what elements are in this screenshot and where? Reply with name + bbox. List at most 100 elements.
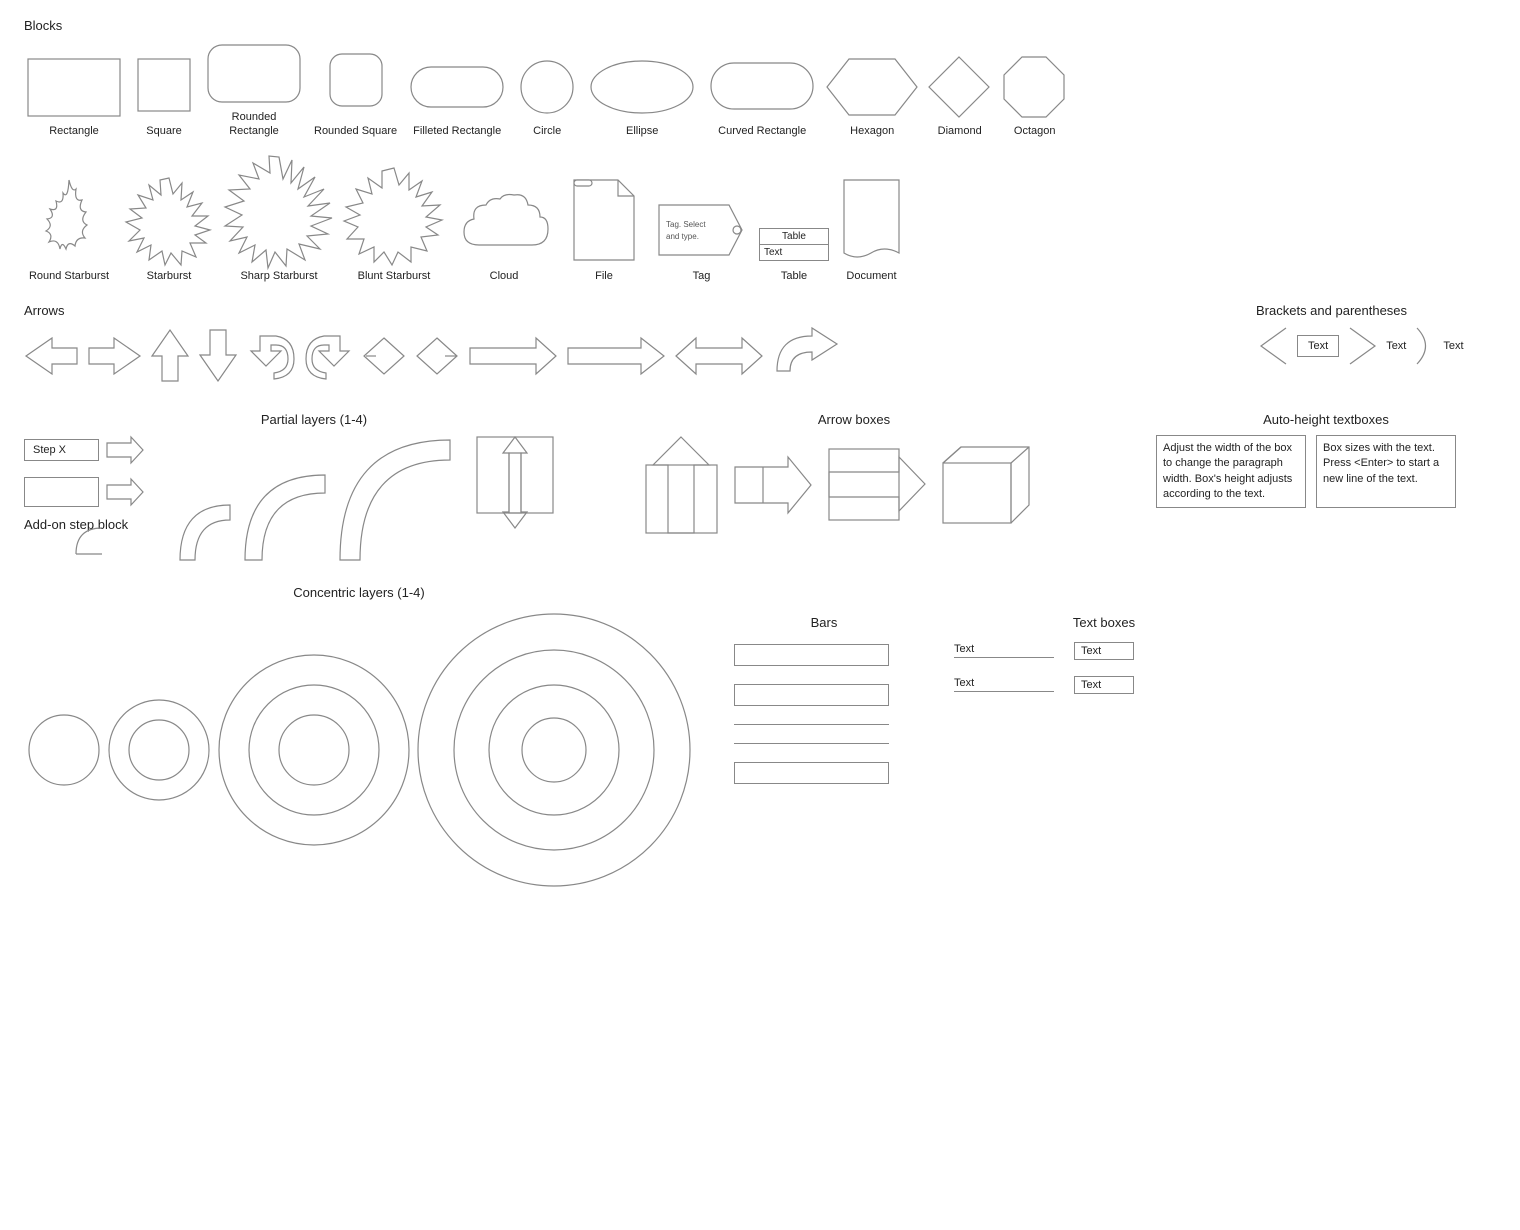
text-underline-1: Text: [954, 643, 1054, 658]
arrow-down: [198, 328, 238, 383]
right-panels: Auto-height textboxes Adjust the width o…: [1156, 412, 1496, 509]
diamond-label: Diamond: [938, 124, 982, 138]
rounded-rectangle-label: Rounded Rectangle: [209, 110, 299, 139]
middle-section: Partial layers (1-4) Step X: [24, 412, 1496, 565]
blocks-section-label: Blocks: [24, 18, 1496, 33]
step-arrow-1: [105, 435, 145, 465]
arc-large: [335, 435, 455, 565]
filleted-rectangle-label: Filleted Rectangle: [413, 124, 501, 138]
circle-label: Circle: [533, 124, 561, 138]
ellipse-shape: Ellipse: [587, 55, 697, 138]
bar-1: [734, 644, 889, 666]
partial-layers-section: Partial layers (1-4) Step X: [24, 412, 604, 565]
text-underline-2: Text: [954, 677, 1054, 692]
bracket-chevron-right: [1345, 326, 1380, 366]
rounded-rectangle-shape: Rounded Rectangle: [204, 41, 304, 139]
arrow-boxes-section: Arrow boxes: [644, 412, 1064, 535]
square-shape: Square: [134, 55, 194, 138]
bracket-chevron-left: [1256, 326, 1291, 366]
file-label: File: [595, 269, 613, 283]
round-starburst-shape: Round Starburst: [24, 175, 114, 283]
rectangle-shape: Rectangle: [24, 55, 124, 138]
bracket-text3: Text: [1443, 340, 1463, 352]
cloud-label: Cloud: [490, 269, 519, 283]
bar-2: [734, 684, 889, 706]
concentric-4: [414, 610, 694, 890]
text-border-1: Text: [1074, 642, 1134, 660]
bracket-text2: Text: [1386, 340, 1406, 352]
curved-rectangle-shape: Curved Rectangle: [707, 55, 817, 138]
sharp-starburst-label: Sharp Starburst: [240, 269, 317, 283]
table-body: Text: [760, 245, 828, 260]
rounded-square-shape: Rounded Square: [314, 50, 397, 138]
step-arrow-2: [105, 477, 145, 507]
bar-line-1: [734, 724, 889, 725]
arrow-left: [24, 336, 79, 376]
arrow-curved-right: [304, 331, 354, 381]
arrows-row: [24, 326, 1186, 386]
arrow-right: [87, 336, 142, 376]
partial-layers-label: Partial layers (1-4): [24, 412, 604, 427]
bars-label: Bars: [734, 615, 914, 630]
page: Blocks Rectangle Square Rounded Rectangl…: [0, 0, 1520, 908]
arrow-up: [150, 328, 190, 383]
bar-line-2: [734, 743, 889, 744]
ellipse-label: Ellipse: [626, 124, 658, 138]
auto-height-label: Auto-height textboxes: [1156, 412, 1496, 427]
hexagon-label: Hexagon: [850, 124, 894, 138]
starburst-label: Starburst: [147, 269, 192, 283]
filleted-rectangle-shape: Filleted Rectangle: [407, 55, 507, 138]
concentric-section: Concentric layers (1-4): [24, 585, 694, 890]
arc-medium: [240, 465, 330, 565]
arrow-box-left: [827, 447, 927, 522]
diamond-shape: Diamond: [927, 55, 992, 138]
auto-textbox-2: Box sizes with the text. Press <Enter> t…: [1316, 435, 1456, 509]
arrow-double: [674, 336, 764, 376]
arrow-wide-right: [468, 336, 558, 376]
box-3d: [941, 445, 1031, 525]
arrow-diamond-left: [362, 336, 407, 376]
partial-quarter: [74, 526, 104, 556]
brackets-label: Brackets and parentheses: [1256, 303, 1496, 318]
auto-textbox-1: Adjust the width of the box to change th…: [1156, 435, 1306, 509]
arrow-curve-big: [772, 326, 852, 386]
blocks-row1: Rectangle Square Rounded Rectangle Round…: [24, 41, 1496, 139]
arrow-box-up: [644, 435, 719, 535]
rounded-square-label: Rounded Square: [314, 124, 397, 138]
sharp-starburst-shape: Sharp Starburst: [224, 155, 334, 283]
svg-text:and type.: and type.: [666, 232, 699, 241]
svg-text:Tag. Select: Tag. Select: [666, 220, 706, 229]
bracket-text1: Text: [1297, 335, 1339, 357]
arrow-diamond-right: [415, 336, 460, 376]
table-header: Table: [760, 229, 828, 245]
blocks-row2: Round Starburst Starburst Sharp Starburs…: [24, 155, 1496, 283]
document-shape: Document: [839, 175, 904, 283]
bracket-curve-right: [1412, 326, 1437, 366]
document-label: Document: [846, 269, 896, 283]
arrow-curved-left: [246, 331, 296, 381]
starburst-shape: Starburst: [124, 175, 214, 283]
arc-small: [175, 485, 235, 565]
rectangle-label: Rectangle: [49, 124, 99, 138]
square-label: Square: [146, 124, 181, 138]
arrow-box-1: [475, 435, 555, 530]
table-shape: Table Text Table: [759, 228, 829, 283]
concentric-3: [214, 650, 414, 850]
octagon-shape: Octagon: [1002, 55, 1067, 138]
hexagon-shape: Hexagon: [827, 55, 917, 138]
bottom-section: Concentric layers (1-4): [24, 585, 1496, 890]
curved-rectangle-label: Curved Rectangle: [718, 124, 806, 138]
arrow-box-right-double: [733, 455, 813, 515]
tag-shape: Tag. Select and type. Tag: [654, 195, 749, 283]
concentric-label: Concentric layers (1-4): [24, 585, 694, 600]
bar-3: [734, 762, 889, 784]
arrow-wider-right: [566, 336, 666, 376]
round-starburst-label: Round Starburst: [29, 269, 109, 283]
text-border-2: Text: [1074, 676, 1134, 694]
file-shape: File: [564, 175, 644, 283]
tag-label: Tag: [693, 269, 711, 283]
concentric-1: [24, 650, 104, 850]
step-blocks: Step X Add-on step block: [24, 435, 145, 556]
text-box-row-2: Text Text: [954, 676, 1254, 694]
arrow-boxes-label: Arrow boxes: [644, 412, 1064, 427]
